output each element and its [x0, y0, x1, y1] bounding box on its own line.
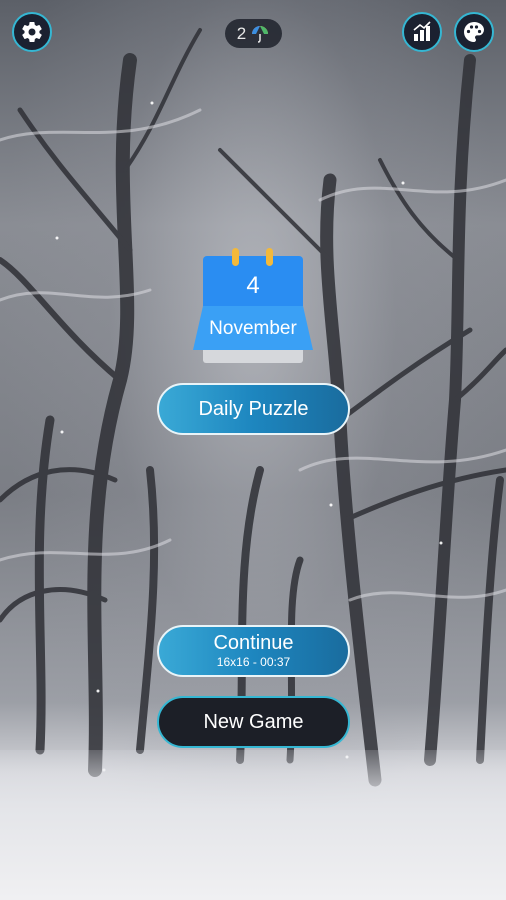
hints-count: 2: [236, 23, 247, 43]
statistics-button[interactable]: [402, 12, 442, 52]
continue-label: Continue: [213, 632, 294, 654]
umbrella-icon: [252, 25, 269, 43]
calendar-month: November: [209, 318, 297, 339]
calendar-icon: [193, 248, 313, 363]
new-game-button[interactable]: New Game: [157, 696, 350, 748]
palette-icon: [464, 22, 485, 42]
continue-detail: 16x16 - 00:37: [216, 655, 291, 669]
calendar-day: 4: [246, 272, 260, 299]
new-game-label: New Game: [203, 711, 304, 733]
daily-puzzle-label: Daily Puzzle: [198, 398, 309, 420]
hints-counter[interactable]: 2: [225, 19, 282, 48]
snow-ground: [0, 750, 506, 900]
gear-icon: [22, 22, 42, 43]
daily-calendar[interactable]: 4 November: [192, 248, 314, 366]
continue-button[interactable]: Continue 16x16 - 00:37: [157, 625, 350, 677]
bar-chart-icon: [413, 21, 431, 41]
settings-button[interactable]: [12, 12, 52, 52]
theme-button[interactable]: [454, 12, 494, 52]
daily-puzzle-button[interactable]: Daily Puzzle: [157, 383, 350, 435]
